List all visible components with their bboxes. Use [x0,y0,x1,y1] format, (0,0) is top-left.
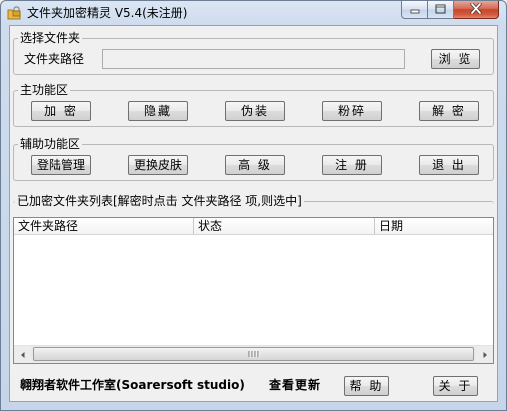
list-header: 文件夹路径 状态 日期 [14,218,493,235]
grip-icon [248,351,259,357]
login-manage-button[interactable]: 登陆管理 [31,155,91,175]
encrypt-button[interactable]: 加 密 [31,101,91,121]
horizontal-scrollbar[interactable] [14,345,493,363]
scroll-left-button[interactable] [14,346,31,363]
encrypted-folder-list[interactable]: 文件夹路径 状态 日期 [13,217,494,364]
arrow-left-icon [19,348,27,362]
lock-folder-icon [6,5,22,21]
scroll-right-button[interactable] [476,346,493,363]
minimize-button[interactable] [401,1,428,19]
app-window: 文件夹加密精灵 V5.4(未注册) 选择文件夹 文件夹路径 浏 览 主功能区 加… [0,0,507,411]
register-button[interactable]: 注 册 [322,155,382,175]
exit-button[interactable]: 退 出 [419,155,479,175]
close-button[interactable] [454,1,499,19]
arrow-right-icon [481,348,489,362]
about-button[interactable]: 关 于 [433,376,478,396]
encrypted-list-legend: 已加密文件夹列表[解密时点击 文件夹路径 项,则选中] [15,194,304,208]
scroll-thumb[interactable] [33,347,474,361]
select-folder-legend: 选择文件夹 [18,31,83,45]
column-header-date[interactable]: 日期 [375,218,493,234]
hide-button[interactable]: 隐藏 [128,101,188,121]
studio-name: 翱翔者软件工作室(Soarersoft studio) [20,378,245,392]
folder-path-label: 文件夹路径 [24,52,85,66]
window-title: 文件夹加密精灵 V5.4(未注册) [27,6,188,20]
aux-functions-group: 辅助功能区 登陆管理 更换皮肤 高 级 注 册 退 出 [13,137,494,181]
check-update-link[interactable]: 查看更新 [269,377,321,393]
main-functions-legend: 主功能区 [18,83,71,97]
advanced-button[interactable]: 高 级 [225,155,285,175]
disguise-button[interactable]: 伪装 [225,101,285,121]
maximize-button[interactable] [428,1,454,19]
shred-button[interactable]: 粉碎 [322,101,382,121]
select-folder-group: 选择文件夹 文件夹路径 浏 览 [13,31,494,75]
change-skin-button[interactable]: 更换皮肤 [128,155,188,175]
minimize-icon [410,3,420,17]
browse-button[interactable]: 浏 览 [431,49,480,69]
title-bar[interactable]: 文件夹加密精灵 V5.4(未注册) [1,1,506,25]
column-header-folder-path[interactable]: 文件夹路径 [14,218,194,234]
caption-buttons [401,1,499,20]
main-functions-group: 主功能区 加 密 隐藏 伪装 粉碎 解 密 [13,83,494,127]
maximize-icon [435,3,446,17]
client-area: 选择文件夹 文件夹路径 浏 览 主功能区 加 密 隐藏 伪装 粉碎 解 密 辅助… [9,25,498,402]
aux-functions-legend: 辅助功能区 [18,137,83,151]
close-icon [470,1,482,17]
decrypt-button[interactable]: 解 密 [419,101,479,121]
folder-path-input[interactable] [102,49,405,69]
help-button[interactable]: 帮 助 [344,376,389,396]
column-header-status[interactable]: 状态 [194,218,375,234]
